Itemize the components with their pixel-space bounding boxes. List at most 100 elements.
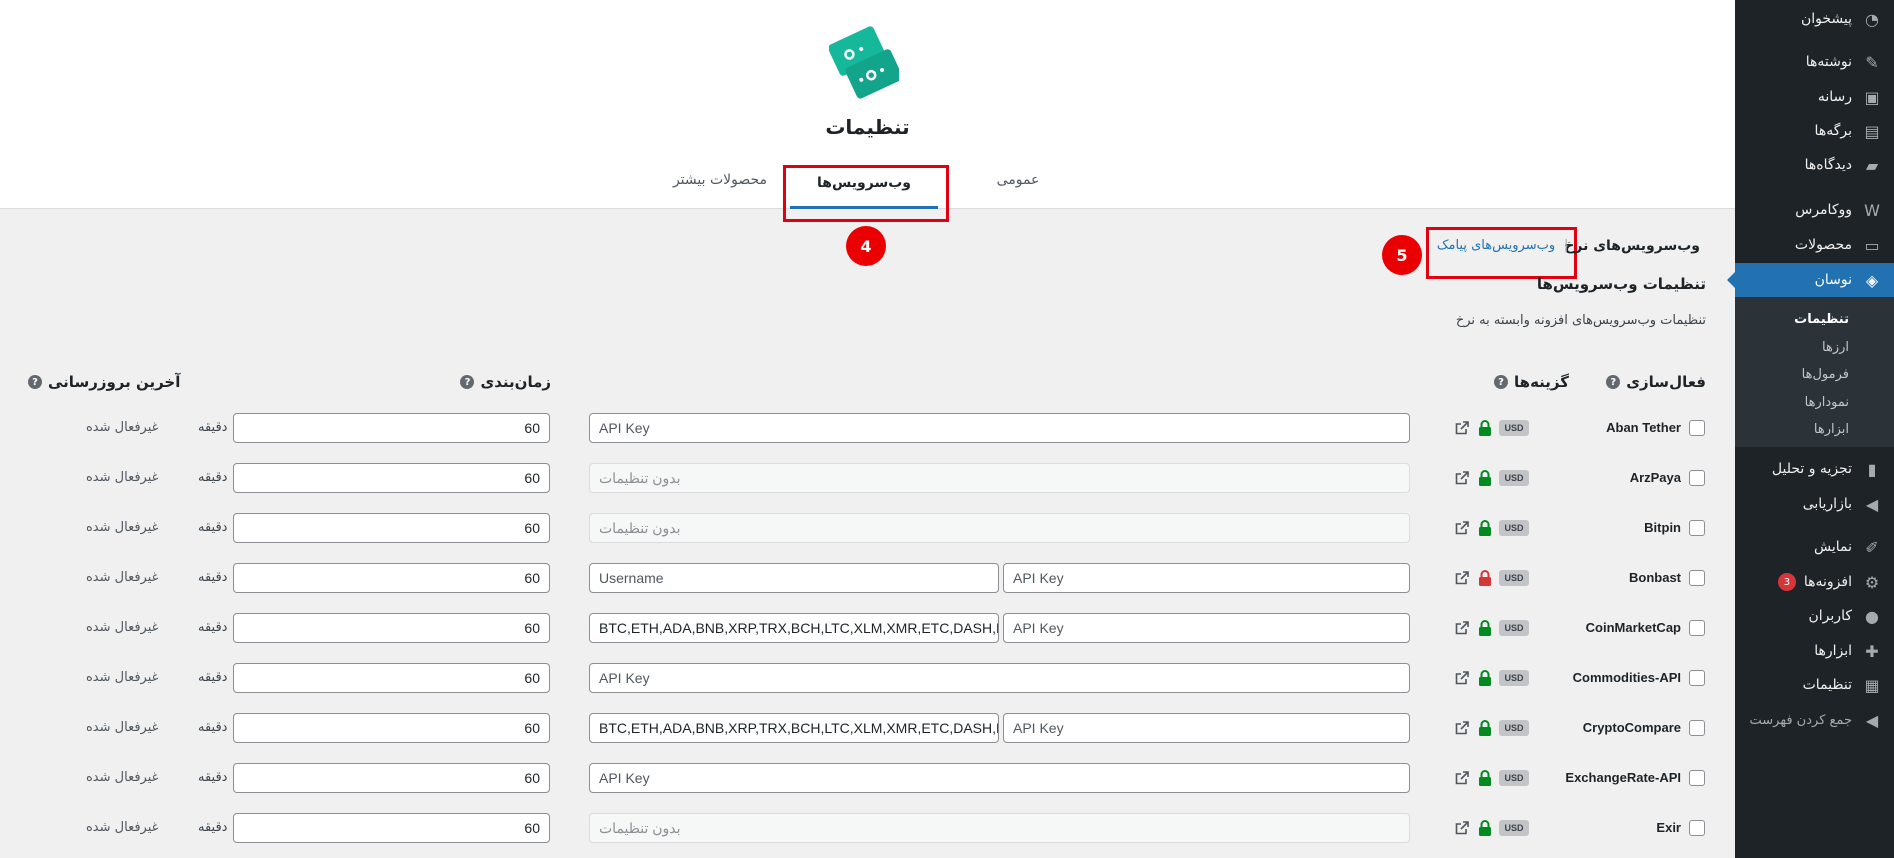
interval-input[interactable]: 60 (233, 513, 550, 543)
sidebar-item-7[interactable]: ◈ نوسان (1727, 263, 1894, 297)
symbols-input[interactable]: BTC,ETH,ADA,BNB,XRP,TRX,BCH,LTC,XLM,XMR,… (589, 613, 999, 643)
help-icon[interactable]: ? (28, 375, 42, 389)
unit-label: دقیقه (198, 470, 228, 485)
column-schedule-label: زمان‌بندی (480, 373, 551, 391)
unit-label: دقیقه (198, 620, 228, 635)
column-activation: فعال‌سازی ? (1600, 373, 1706, 391)
megaphone-icon: ◀ (1865, 494, 1879, 514)
sidebar-item-3[interactable]: ▤ برگه‌ها (1735, 114, 1894, 148)
sidebar-item-label: بازاریابی (1802, 496, 1852, 512)
tab-highlight-box (783, 165, 949, 222)
sidebar-item-13[interactable]: ✚ ابزارها (1735, 634, 1894, 668)
service-name: CoinMarketCap (1585, 620, 1681, 635)
external-link-icon[interactable] (1454, 820, 1470, 836)
no-settings-field: بدون تنظیمات (589, 463, 1410, 493)
api-key-input[interactable]: API Key (1003, 613, 1410, 643)
sidebar-item-label: دیدگاه‌ها (1804, 157, 1852, 173)
admin-sidebar: ◔ پیشخوان ✎ نوشته‌ها ▣ رسانه ▤ برگه‌ها ▰ دیدگاه‌ه… (1727, 0, 1894, 858)
sidebar-item-1[interactable]: ✎ نوشته‌ها (1735, 45, 1894, 79)
api-key-input[interactable]: API Key (1003, 563, 1410, 593)
subnav-sms-link[interactable]: وب‌سرویس‌های پیامک (1428, 238, 1564, 253)
interval-input[interactable]: 60 (233, 713, 550, 743)
sidebar-item-14[interactable]: ▦ تنظیمات (1735, 668, 1894, 702)
help-icon[interactable]: ? (1494, 375, 1509, 389)
activation-checkbox[interactable] (1689, 670, 1705, 686)
sidebar-item-12[interactable]: ● کاربران (1735, 599, 1894, 633)
activation-checkbox[interactable] (1689, 720, 1705, 736)
help-icon[interactable]: ? (1606, 375, 1621, 389)
submenu-item-1[interactable]: ارزها (1735, 334, 1894, 360)
plugins-icon: ⚙ (1864, 572, 1880, 592)
help-icon[interactable]: ? (460, 375, 475, 389)
submenu-item-2[interactable]: فرمول‌ها (1735, 361, 1894, 387)
activation-checkbox[interactable] (1689, 620, 1705, 636)
submenu-item-0[interactable]: تنظیمات (1735, 306, 1894, 332)
currency-badge: USD (1499, 520, 1529, 536)
sidebar-item-0[interactable]: ◔ پیشخوان (1735, 2, 1894, 36)
api-key-input[interactable]: API Key (1003, 713, 1410, 743)
unlock-icon (1479, 820, 1491, 836)
column-last-update-label: آخرین بروزرسانی (48, 373, 181, 391)
sidebar-item-2[interactable]: ▣ رسانه (1735, 80, 1894, 114)
interval-input[interactable]: 60 (233, 763, 550, 793)
external-link-icon[interactable] (1454, 620, 1470, 636)
table-row: Bonbast USD API Key Username 60 دقیقه غیرفعال … (0, 553, 1735, 603)
external-link-icon[interactable] (1454, 570, 1470, 586)
currency-badge: USD (1499, 570, 1529, 586)
sidebar-item-label: نوسان (1814, 272, 1852, 288)
sidebar-item-11[interactable]: ⚙ افزونه‌ها 3 (1735, 565, 1894, 599)
symbols-input[interactable]: BTC,ETH,ADA,BNB,XRP,TRX,BCH,LTC,XLM,XMR,… (589, 713, 999, 743)
activation-checkbox[interactable] (1689, 570, 1705, 586)
interval-input[interactable]: 60 (233, 563, 550, 593)
activation-checkbox[interactable] (1689, 470, 1705, 486)
column-options: گزینه‌ها ? (1488, 373, 1569, 391)
api-key-input[interactable]: API Key (589, 413, 1410, 443)
update-count-badge: 3 (1777, 573, 1796, 591)
sidebar-item-label: محصولات (1794, 237, 1852, 253)
sidebar-item-5[interactable]: W ووکامرس (1735, 193, 1894, 227)
sidebar-item-8[interactable]: ▮ تجزیه و تحلیل (1735, 452, 1894, 486)
sidebar-item-6[interactable]: ▭ محصولات (1735, 228, 1894, 262)
table-row: Exir USD بدون تنظیمات 60 دقیقه غیرفعال شده (0, 803, 1735, 853)
interval-input[interactable]: 60 (233, 463, 550, 493)
activation-checkbox[interactable] (1689, 770, 1705, 786)
username-input[interactable]: Username (589, 563, 999, 593)
api-key-input[interactable]: API Key (589, 763, 1410, 793)
service-name: Bonbast (1629, 570, 1681, 585)
sidebar-item-4[interactable]: ▰ دیدگاه‌ها (1735, 148, 1894, 182)
sidebar-item-label: ابزارها (1814, 643, 1852, 659)
chart-bar-icon: ▮ (1867, 459, 1877, 479)
tab-general[interactable]: عمومی (978, 172, 1058, 188)
external-link-icon[interactable] (1454, 670, 1470, 686)
activation-checkbox[interactable] (1689, 520, 1705, 536)
external-link-icon[interactable] (1454, 420, 1470, 436)
brush-icon: ✐ (1865, 537, 1879, 557)
external-link-icon[interactable] (1454, 720, 1470, 736)
sidebar-item-9[interactable]: ◀ بازاریابی (1735, 487, 1894, 521)
activation-checkbox[interactable] (1689, 820, 1705, 836)
table-row: Aban Tether USD API Key 60 دقیقه غیرفعال شده (0, 403, 1735, 453)
submenu-item-3[interactable]: نمودارها (1735, 389, 1894, 415)
sidebar-item-10[interactable]: ✐ نمایش (1735, 530, 1894, 564)
sidebar-item-label: برگه‌ها (1814, 123, 1852, 139)
unlock-icon (1479, 620, 1491, 636)
service-name: CryptoCompare (1582, 720, 1681, 735)
interval-input[interactable]: 60 (233, 613, 550, 643)
sidebar-item-label: نمایش (1813, 539, 1852, 555)
external-link-icon[interactable] (1454, 770, 1470, 786)
dashboard-icon: ◔ (1865, 9, 1879, 29)
external-link-icon[interactable] (1454, 470, 1470, 486)
interval-input[interactable]: 60 (233, 663, 550, 693)
interval-input[interactable]: 60 (233, 413, 550, 443)
table-row: ArzPaya USD بدون تنظیمات 60 دقیقه غیرفعال شده (0, 453, 1735, 503)
service-name: Bitpin (1644, 520, 1681, 535)
external-link-icon[interactable] (1454, 520, 1470, 536)
interval-input[interactable]: 60 (233, 813, 550, 843)
submenu-item-4[interactable]: ابزارها (1735, 416, 1894, 442)
api-key-input[interactable]: API Key (589, 663, 1410, 693)
collapse-menu-button[interactable]: ◀ جمع کردن فهرست (1735, 703, 1894, 737)
last-update-status: غیرفعال شده (86, 670, 159, 685)
activation-checkbox[interactable] (1689, 420, 1705, 436)
tab-more-products[interactable]: محصولات بیشتر (670, 172, 770, 188)
section-title: تنظیمات وب‌سرویس‌ها (1536, 275, 1706, 293)
